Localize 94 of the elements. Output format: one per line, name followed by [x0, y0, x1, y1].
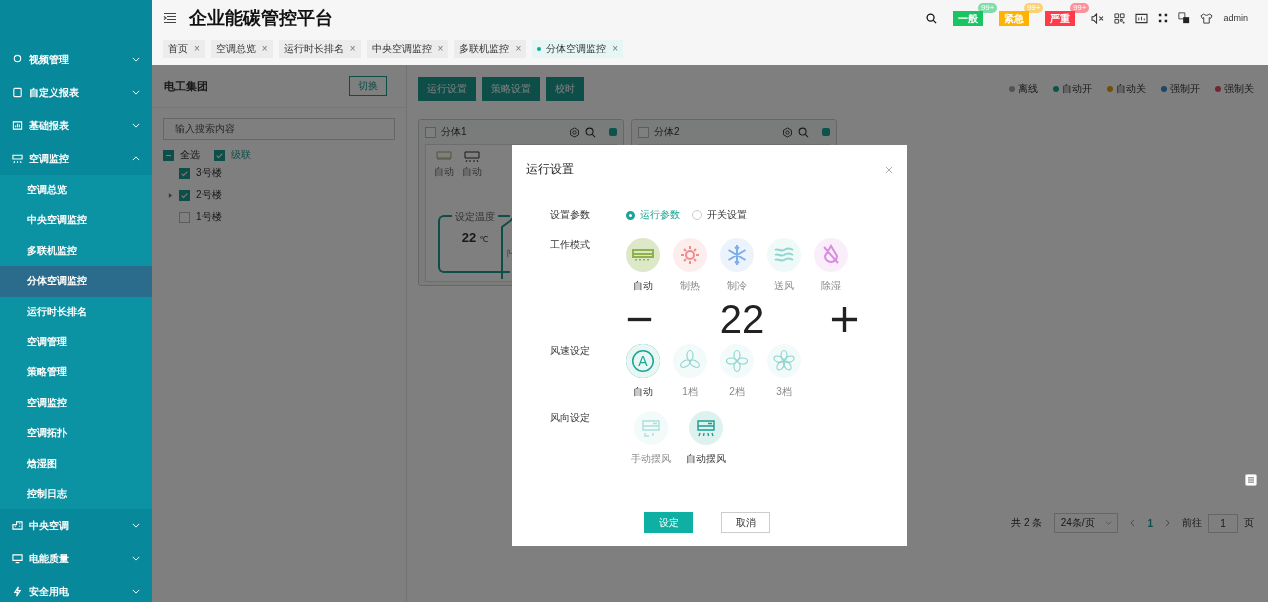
- sidebar-subitem[interactable]: 分体空调监控: [0, 266, 152, 297]
- sidebar-subitem[interactable]: 运行时长排名: [0, 296, 152, 327]
- legend-label: 强制开: [1170, 82, 1200, 96]
- legend-label: 强制关: [1224, 82, 1254, 96]
- alert-tag[interactable]: 一般: [953, 10, 984, 26]
- tree-node-label[interactable]: 1号楼: [196, 210, 222, 224]
- switch-button[interactable]: 切换: [349, 76, 387, 96]
- mode-label: 自动: [462, 165, 482, 179]
- close-icon[interactable]: ×: [515, 40, 522, 58]
- count-badge: 99+: [1069, 2, 1090, 13]
- option-label: 2档: [729, 385, 745, 399]
- temperature-label: 设定温度: [452, 210, 498, 224]
- close-icon[interactable]: ×: [194, 40, 200, 58]
- legend-label: 离线: [1018, 82, 1038, 96]
- radio-label: 开关设置: [707, 208, 747, 222]
- sidebar-item[interactable]: 中央空调: [0, 509, 152, 543]
- page-tab[interactable]: 分体空调监控 ×: [532, 40, 624, 58]
- page-tab[interactable]: 首页 ×: [163, 40, 205, 58]
- total-count: 共 2 条: [1011, 516, 1043, 530]
- temperature-value: 22: [719, 296, 765, 342]
- tab-label: 中央空调监控: [371, 42, 432, 56]
- legend-label: 自动关: [1116, 82, 1146, 96]
- tree-node-label[interactable]: 3号楼: [196, 166, 222, 180]
- tab-label: 首页: [168, 42, 188, 56]
- count-badge: 99+: [1023, 2, 1044, 13]
- sidebar-subitem[interactable]: 策略管理: [0, 357, 152, 388]
- sidebar-subitem[interactable]: 控制日志: [0, 478, 152, 510]
- cancel-button[interactable]: 取消: [721, 512, 770, 533]
- page-tab[interactable]: 运行时长排名 ×: [278, 40, 361, 58]
- page-input[interactable]: 1: [1208, 513, 1238, 533]
- confirm-button[interactable]: 设定: [644, 512, 693, 533]
- tab-label: 运行时长排名: [283, 42, 344, 56]
- temperature-value: 22: [461, 230, 477, 245]
- legend-label: 自动开: [1062, 82, 1092, 96]
- sidebar-item[interactable]: 视频管理: [0, 43, 152, 76]
- page-tab[interactable]: 空调总览 ×: [210, 40, 273, 58]
- sidebar-subitem[interactable]: 空调监控: [0, 387, 152, 419]
- user-name[interactable]: admin: [1223, 13, 1248, 23]
- option-label: 自动: [633, 279, 653, 293]
- tab-label: 分体空调监控: [546, 42, 607, 56]
- page-tab[interactable]: 多联机监控 ×: [454, 40, 527, 58]
- tab-label: 空调总览: [215, 42, 256, 56]
- sidebar-subitem[interactable]: 中央空调监控: [0, 205, 152, 236]
- sidebar-item[interactable]: 自定义报表: [0, 76, 152, 109]
- alert-tag[interactable]: 严重: [1045, 10, 1076, 26]
- field-label: 风速设定: [550, 344, 591, 358]
- card-title: 分体2: [654, 125, 680, 139]
- sidebar-item[interactable]: 空调监控: [0, 142, 152, 175]
- option-label: 制热: [680, 279, 700, 293]
- sidebar-item[interactable]: 电能质量: [0, 542, 152, 576]
- field-label: 工作模式: [550, 238, 591, 252]
- page-size-select[interactable]: 24条/页: [1054, 513, 1119, 533]
- mode-label: 自动: [434, 165, 454, 179]
- toolbar-button[interactable]: 运行设置: [418, 77, 476, 101]
- option-label: 制冷: [727, 279, 747, 293]
- toolbar-button[interactable]: 策略设置: [482, 77, 540, 101]
- page-tab[interactable]: 中央空调监控 ×: [366, 40, 449, 58]
- tab-label: 多联机监控: [459, 42, 510, 56]
- option-label: 自动: [633, 385, 653, 399]
- checkbox-label: 级联: [231, 148, 251, 162]
- sidebar-subitem[interactable]: 多联机监控: [0, 235, 152, 267]
- field-label: 设置参数: [550, 208, 591, 222]
- page-number[interactable]: 1: [1147, 517, 1153, 529]
- close-icon[interactable]: ×: [437, 40, 444, 58]
- close-icon[interactable]: ×: [612, 40, 619, 58]
- sidebar-subitem[interactable]: 空调总览: [0, 175, 152, 206]
- search-field[interactable]: 输入搜索内容: [163, 118, 395, 140]
- option-label: 3档: [776, 385, 792, 399]
- sidebar-item[interactable]: 基础报表: [0, 109, 152, 142]
- sidebar-subitem[interactable]: 焓湿图: [0, 448, 152, 479]
- toolbar-button[interactable]: 校时: [546, 77, 584, 101]
- page-suffix: 页: [1244, 516, 1254, 530]
- app-title: 企业能碳管控平台: [189, 7, 333, 30]
- close-icon[interactable]: ×: [261, 40, 268, 58]
- goto-label: 前往: [1182, 516, 1202, 530]
- option-label: 手动摆风: [631, 452, 671, 466]
- count-badge: 99+: [977, 2, 998, 13]
- radio-label: 运行参数: [640, 208, 680, 222]
- option-label: 自动摆风: [686, 452, 726, 466]
- dialog-title: 运行设置: [526, 161, 574, 178]
- auto-speed-button[interactable]: A: [626, 344, 660, 378]
- sidebar-subitem[interactable]: 空调管理: [0, 326, 152, 358]
- option-label: 1档: [682, 385, 698, 399]
- sidebar-item[interactable]: 安全用电: [0, 575, 152, 602]
- unit-label: ℃: [479, 235, 489, 244]
- tree-node-label[interactable]: 2号楼: [196, 188, 222, 202]
- option-label: 送风: [774, 279, 794, 293]
- checkbox-label: 全选: [180, 148, 200, 162]
- organization-name: 电工集团: [164, 78, 208, 94]
- close-icon[interactable]: ×: [349, 40, 356, 58]
- card-title: 分体1: [441, 125, 467, 139]
- field-label: 风向设定: [550, 411, 591, 425]
- option-label: 除湿: [821, 279, 841, 293]
- sidebar-subitem[interactable]: 空调拓扑: [0, 418, 152, 449]
